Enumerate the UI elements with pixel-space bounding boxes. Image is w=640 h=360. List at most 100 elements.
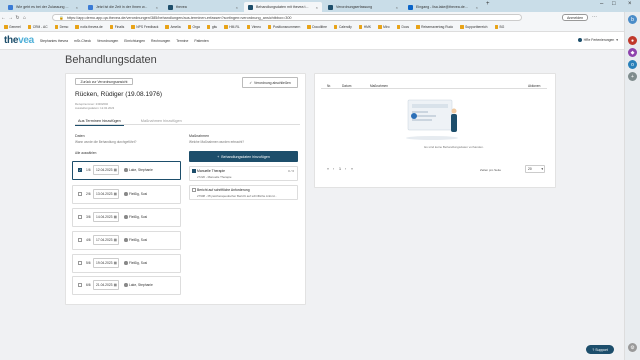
nav-item-termine[interactable]: Termine: [176, 39, 188, 43]
bookmark-item[interactable]: Finalis: [109, 25, 124, 29]
per-page-select[interactable]: 20 ▾: [525, 165, 545, 173]
appointment-row[interactable]: 4/6 17.04.2023 ▦ Fleißig, Susi: [72, 231, 181, 250]
date-field[interactable]: 12.04.2023 ▦: [93, 165, 119, 175]
add-icon[interactable]: +: [628, 72, 637, 81]
bookmark-item[interactable]: HM-RL: [224, 25, 240, 29]
minimize-icon[interactable]: –: [600, 1, 603, 7]
bookmark-item[interactable]: HMK: [358, 25, 371, 29]
bookmark-item[interactable]: Positionsnummern: [267, 25, 300, 29]
bookmark-item[interactable]: Supportbereich: [460, 25, 488, 29]
row-checkbox[interactable]: [78, 192, 82, 196]
pagination-current-page[interactable]: 1: [339, 167, 341, 171]
date-field[interactable]: 21.04.2023 ▦: [93, 280, 119, 290]
appointment-row[interactable]: 5/6 19.04.2023 ▦ Fleißig, Susi: [72, 254, 181, 273]
row-checkbox[interactable]: [78, 215, 82, 219]
back-to-prescription-button[interactable]: Zurück zur Verordnungsansicht: [75, 78, 133, 85]
treatment-item[interactable]: Manuelle Therapie 27220 - Manuelle Thera…: [189, 166, 298, 181]
complete-prescription-button[interactable]: ✓ Verordnung abschließen: [242, 77, 298, 88]
nav-item-rechnungen[interactable]: Rechnungen: [151, 39, 170, 43]
treatment-checkbox[interactable]: [192, 188, 196, 192]
bookmark-item[interactable]: Vimeo: [246, 25, 261, 29]
row-checkbox[interactable]: [78, 283, 82, 287]
bookmark-item[interactable]: Miro: [378, 25, 390, 29]
calendar-icon[interactable]: ▦: [114, 192, 117, 196]
bookmark-item[interactable]: Reisemavertrag Rudo: [416, 25, 453, 29]
forward-icon[interactable]: →: [7, 15, 14, 21]
add-treatment-data-button[interactable]: + Behandlungsdaten hinzufügen: [189, 151, 298, 162]
calendar-icon[interactable]: ▦: [114, 238, 117, 242]
browser-tab[interactable]: Wie geht es bei der Zulassung ... ×: [4, 2, 82, 12]
treatment-item[interactable]: Bericht auf schriftliche Anforderung 279…: [189, 185, 298, 200]
support-button[interactable]: ? Support: [586, 345, 614, 354]
browser-tab[interactable]: thevea ×: [164, 2, 242, 12]
bookmark-item[interactable]: CRM - AC: [27, 25, 48, 29]
pagination-prev-icon[interactable]: «: [327, 167, 329, 171]
appointment-row[interactable]: 3/6 14.04.2023 ▦ Fleißig, Susi: [72, 208, 181, 227]
tab-add-measures[interactable]: Maßnahmen hinzufügen: [138, 117, 185, 126]
copilot-icon[interactable]: b: [628, 15, 637, 24]
bookmark-item[interactable]: gitu: [206, 25, 217, 29]
back-icon[interactable]: ←: [0, 15, 7, 21]
sign-in-button[interactable]: Anmelden: [562, 14, 589, 21]
collections-icon[interactable]: ●: [628, 36, 637, 45]
bookmark-item[interactable]: notiz.thevea.de: [75, 25, 103, 29]
appointment-row[interactable]: ✓ 1/6 12.04.2023 ▦ Lake, Stephanie: [72, 161, 181, 180]
calendar-icon[interactable]: ▦: [114, 283, 117, 287]
bookmark-item[interactable]: BG: [494, 25, 504, 29]
date-field[interactable]: 19.04.2023 ▦: [93, 258, 119, 268]
close-window-icon[interactable]: ×: [628, 1, 632, 7]
tab-from-appointments[interactable]: Aus Terminen hinzufügen: [75, 117, 124, 126]
row-checkbox[interactable]: ✓: [78, 168, 82, 172]
pagination-prev-page-icon[interactable]: ‹: [333, 167, 334, 171]
calendar-icon[interactable]: ▦: [114, 261, 117, 265]
nav-item-verordnungen[interactable]: Verordnungen: [97, 39, 118, 43]
home-icon[interactable]: ⌂: [21, 15, 28, 21]
reload-icon[interactable]: ↻: [14, 15, 21, 21]
bookmark-item[interactable]: Amelia: [165, 25, 181, 29]
bookmark-item[interactable]: Orga: [187, 25, 200, 29]
nav-item-stephanies[interactable]: Stephanies thevea: [40, 39, 68, 43]
pagination-last-icon[interactable]: »: [351, 167, 353, 171]
date-field[interactable]: 14.04.2023 ▦: [93, 212, 119, 222]
appointment-row[interactable]: 2/6 13.04.2023 ▦ Fleißig, Susi: [72, 185, 181, 204]
close-icon[interactable]: ×: [236, 5, 238, 10]
browser-tab[interactable]: Eingang - lisa.lake@thevea.de... ×: [404, 2, 482, 12]
row-checkbox[interactable]: [78, 238, 82, 242]
close-icon[interactable]: ×: [316, 5, 318, 10]
nav-item-patienten[interactable]: Patienten: [194, 39, 208, 43]
date-field[interactable]: 13.04.2023 ▦: [93, 189, 119, 199]
browser-tab[interactable]: Verordnungserfassung ×: [324, 2, 402, 12]
outlook-icon[interactable]: o: [628, 60, 637, 69]
calendar-icon[interactable]: ▦: [114, 215, 117, 219]
close-icon[interactable]: ×: [156, 5, 158, 10]
calendar-icon[interactable]: ▦: [114, 168, 117, 172]
browser-tab-active[interactable]: Behandlungsdaten mit thevea t... ×: [244, 2, 322, 12]
settings-gear-icon[interactable]: ⚙: [628, 343, 637, 352]
close-icon[interactable]: ×: [396, 5, 398, 10]
bookmark-item[interactable]: Docollibre: [307, 25, 327, 29]
bookmark-item[interactable]: Calendly: [333, 25, 352, 29]
bookmark-item[interactable]: Docs: [396, 25, 409, 29]
date-field[interactable]: 17.04.2023 ▦: [93, 235, 119, 245]
pagination-next-icon[interactable]: ›: [345, 167, 346, 171]
close-icon[interactable]: ×: [476, 5, 478, 10]
bookmark-item[interactable]: NPS Feedback: [131, 25, 158, 29]
person-icon: [124, 192, 128, 196]
menu-dots-icon[interactable]: ⋯: [592, 14, 597, 20]
user-menu[interactable]: HRe Fertenierungen ▾: [577, 38, 618, 42]
close-icon[interactable]: ×: [76, 5, 78, 10]
treatment-checkbox[interactable]: [192, 169, 196, 173]
bookmark-item[interactable]: Generel: [4, 25, 21, 29]
thevea-logo[interactable]: thevea: [4, 35, 34, 46]
nav-item-msr-check[interactable]: mSr-Check: [74, 39, 91, 43]
maximize-icon[interactable]: □: [612, 1, 616, 7]
row-checkbox[interactable]: [78, 261, 82, 265]
url-field[interactable]: 🔒 https://app.demo.app.qa.thevea.de/veror…: [52, 14, 522, 21]
bookmark-item[interactable]: Demo: [54, 25, 68, 29]
browser-tab[interactable]: Jetzt ist die Zeit in der Ihnen w... ×: [84, 2, 162, 12]
appointment-row[interactable]: 6/6 21.04.2023 ▦ Lake, Stephanie: [72, 276, 181, 295]
new-tab-icon[interactable]: +: [486, 1, 490, 7]
select-all-link[interactable]: Alle auswählen: [75, 151, 96, 155]
nav-item-einrichtungen[interactable]: Einrichtungen: [124, 39, 145, 43]
tools-icon[interactable]: ◆: [628, 48, 637, 57]
